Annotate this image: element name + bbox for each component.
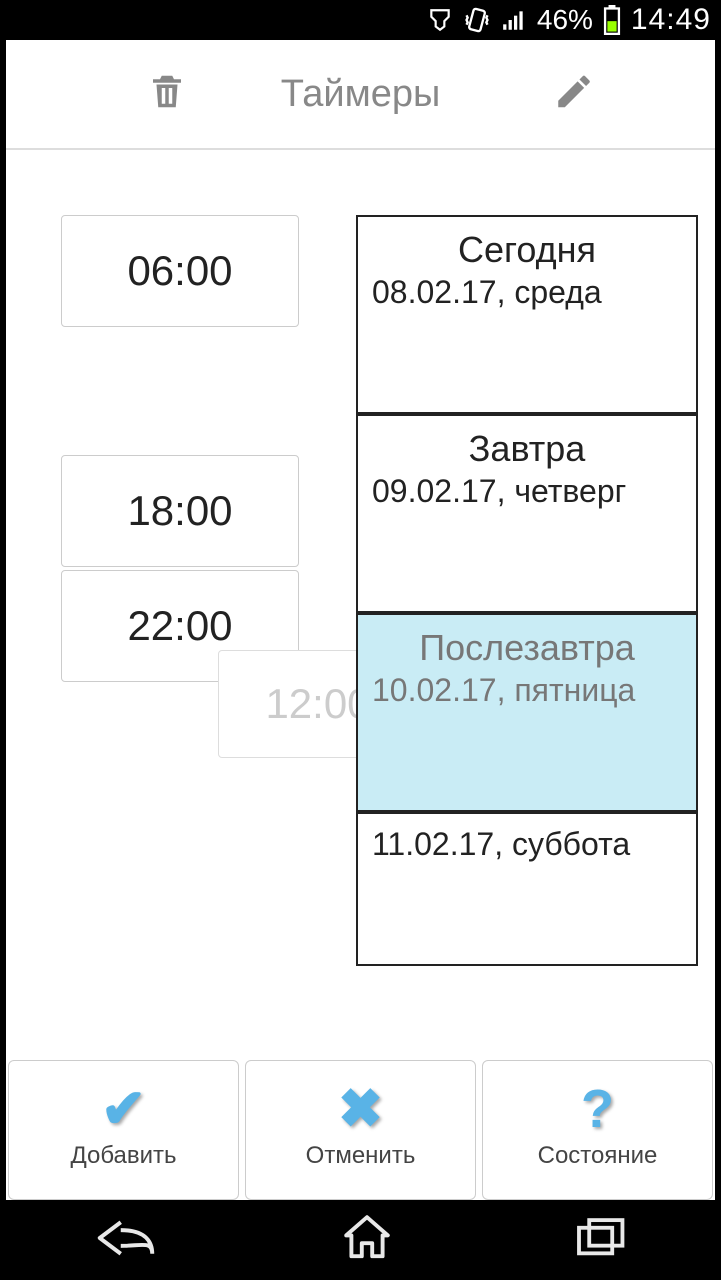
date-title: Сегодня [372, 227, 682, 272]
status-bar: 46% 14:49 [0, 0, 721, 40]
date-title: Завтра [372, 426, 682, 471]
date-sub: 11.02.17, суббота [372, 824, 682, 864]
home-button[interactable] [341, 1212, 393, 1269]
date-column: Сегодня 08.02.17, среда Завтра 09.02.17,… [356, 215, 698, 966]
android-nav-bar [0, 1200, 721, 1280]
signal-icon [501, 7, 527, 33]
notification-icon [427, 7, 453, 33]
back-button[interactable] [90, 1217, 162, 1264]
recent-apps-button[interactable] [572, 1215, 632, 1266]
time-chip[interactable]: 18:00 [61, 455, 299, 567]
time-chip[interactable]: 06:00 [61, 215, 299, 327]
add-button[interactable]: ✔ Добавить [8, 1060, 239, 1200]
battery-percentage: 46% [537, 4, 593, 36]
time-value: 06:00 [127, 247, 232, 295]
app-window: Таймеры 06:00 18:00 22:00 12:00 Сегодня … [6, 40, 715, 1200]
date-sub: 09.02.17, четверг [372, 471, 682, 511]
pencil-icon[interactable] [553, 71, 595, 118]
question-icon: ? [581, 1082, 614, 1136]
action-label: Состояние [538, 1142, 658, 1170]
cancel-button[interactable]: ✖ Отменить [245, 1060, 476, 1200]
battery-icon [603, 5, 621, 35]
trash-icon[interactable] [146, 71, 188, 118]
action-label: Отменить [306, 1142, 416, 1170]
content-area: 06:00 18:00 22:00 12:00 Сегодня 08.02.17… [6, 150, 715, 1200]
action-label: Добавить [70, 1142, 176, 1170]
state-button[interactable]: ? Состояние [482, 1060, 713, 1200]
status-clock: 14:49 [631, 3, 711, 37]
vibrate-icon [463, 6, 491, 34]
date-card[interactable]: Сегодня 08.02.17, среда [356, 215, 698, 414]
time-value: 18:00 [127, 487, 232, 535]
date-card[interactable]: Завтра 09.02.17, четверг [356, 414, 698, 613]
device-frame: 46% 14:49 Таймеры 06:00 18:00 22:00 12:0… [0, 0, 721, 1280]
date-card-selected[interactable]: Послезавтра 10.02.17, пятница [356, 613, 698, 812]
page-title: Таймеры [281, 73, 441, 116]
date-sub: 08.02.17, среда [372, 272, 682, 312]
app-header: Таймеры [6, 40, 715, 150]
time-value: 22:00 [127, 602, 232, 650]
check-icon: ✔ [101, 1082, 146, 1136]
date-title: Послезавтра [372, 625, 682, 670]
date-card[interactable]: 11.02.17, суббота [356, 812, 698, 966]
date-sub: 10.02.17, пятница [372, 670, 682, 710]
action-bar: ✔ Добавить ✖ Отменить ? Состояние [6, 1060, 715, 1200]
close-icon: ✖ [338, 1082, 383, 1136]
time-value: 12:00 [265, 680, 370, 728]
